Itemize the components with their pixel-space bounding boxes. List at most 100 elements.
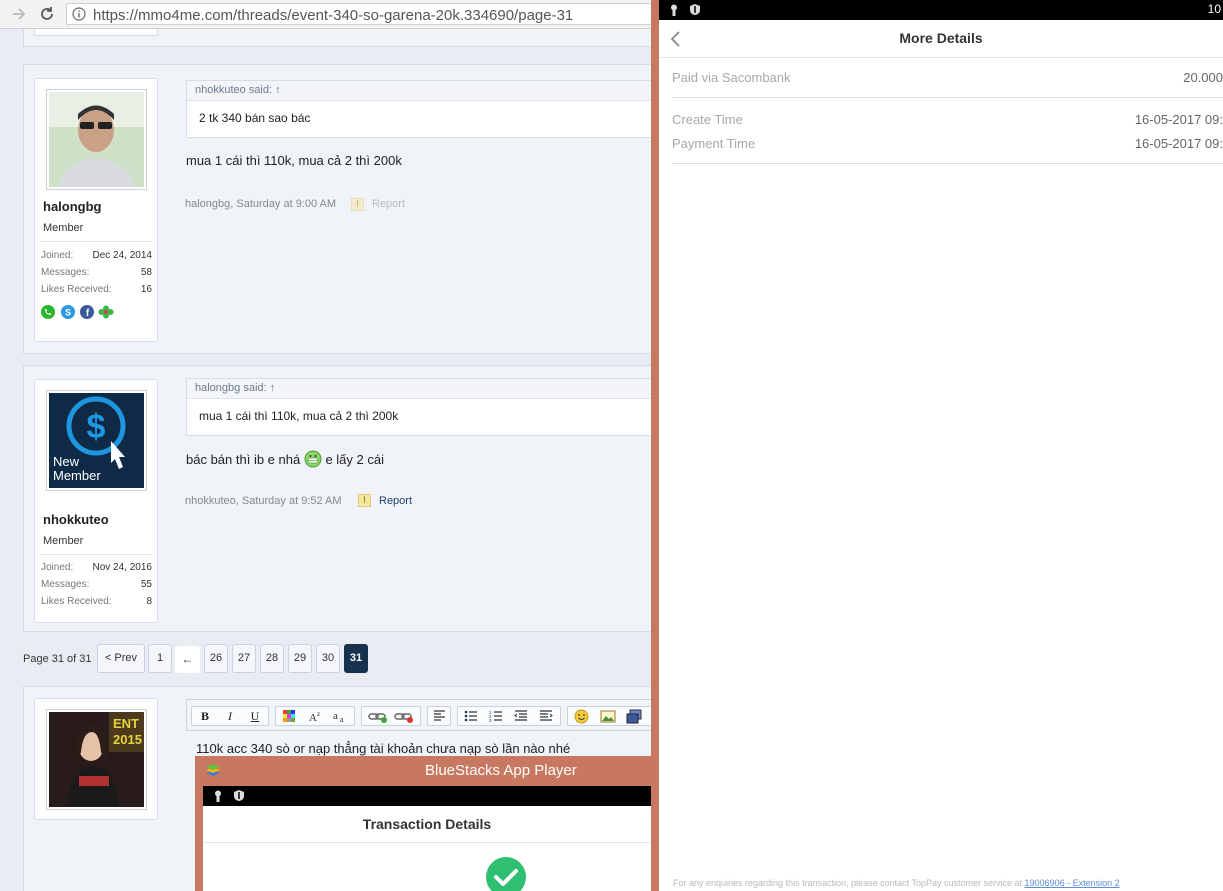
- status-clock: 10: [1207, 2, 1221, 16]
- svg-text:z: z: [317, 710, 320, 718]
- page-button-first[interactable]: 1: [148, 644, 172, 673]
- user-info-block: ENT 2015: [34, 698, 158, 820]
- android-status-bar: [203, 786, 651, 806]
- divider: [672, 97, 1223, 98]
- bold-button[interactable]: B: [194, 708, 216, 724]
- key-icon: [215, 790, 221, 802]
- svg-text:2015: 2015: [113, 732, 142, 747]
- page-jump-button[interactable]: ←: [175, 646, 200, 673]
- payment-app: 10 More Details Paid via Sacombank 20.00…: [659, 0, 1223, 891]
- support-phone-link[interactable]: 19006906 - Extension 2: [1025, 878, 1120, 888]
- align-left-icon[interactable]: [433, 710, 446, 722]
- payment-time-value: 16-05-2017 09:: [1134, 136, 1223, 151]
- address-bar[interactable]: https://mmo4me.com/threads/event-340-so-…: [66, 3, 651, 25]
- avatar[interactable]: ENT 2015: [46, 709, 147, 810]
- media-icon[interactable]: [626, 709, 642, 724]
- stat-label: Likes Received:: [41, 284, 112, 295]
- previous-post-stub: [23, 29, 651, 47]
- paid-amount: 20.000: [1183, 70, 1223, 85]
- stat-label: Joined:: [41, 562, 74, 573]
- username[interactable]: halongbg: [43, 199, 102, 214]
- font-size-icon[interactable]: Az: [308, 709, 324, 723]
- report-icon[interactable]: !: [358, 494, 371, 507]
- contact-icons: S f: [41, 305, 121, 321]
- username[interactable]: nhokkuteo: [43, 512, 109, 527]
- message-text: mua 1 cái thì 110k, mua cả 2 thì 200k: [186, 153, 402, 168]
- page-title: More Details: [899, 30, 983, 46]
- quote-text: 2 tk 340 bán sao bác: [199, 111, 311, 125]
- svg-text:S: S: [65, 308, 71, 318]
- avatar[interactable]: [46, 89, 147, 190]
- reload-icon[interactable]: [38, 5, 56, 23]
- font-group: Az aa: [275, 706, 355, 726]
- support-footer: For any enquiries regarding this transac…: [673, 878, 1120, 888]
- shield-icon: [690, 4, 700, 15]
- color-palette-icon[interactable]: [282, 709, 296, 723]
- avatar-line-1: New: [53, 454, 80, 469]
- smiley-icon[interactable]: [574, 709, 589, 724]
- page-button[interactable]: 28: [260, 644, 284, 673]
- editor-toolbar: B I U Az aa 123: [186, 699, 651, 731]
- browser-toolbar: https://mmo4me.com/threads/event-340-so-…: [0, 0, 651, 29]
- insert-image-icon[interactable]: [600, 710, 616, 723]
- font-family-icon[interactable]: aa: [332, 709, 348, 723]
- post-meta: halongbg, Saturday at 9:00 AM: [185, 198, 337, 210]
- unlink-icon[interactable]: [394, 710, 414, 723]
- phone-icon[interactable]: [41, 305, 55, 319]
- underline-button[interactable]: U: [244, 708, 266, 724]
- quote-author[interactable]: nhokkuteo said: ↑: [187, 81, 651, 101]
- post-halongbg: halongbg Member Joined: Dec 24, 2014 Mess…: [23, 64, 651, 354]
- create-time-value: 16-05-2017 09:: [1134, 112, 1223, 127]
- app-header: More Details: [659, 20, 1223, 58]
- message-part-2: e lấy 2 cái: [325, 452, 384, 467]
- indent-icon[interactable]: [539, 710, 553, 722]
- outdent-icon[interactable]: [514, 710, 528, 722]
- report-icon[interactable]: !: [351, 198, 364, 211]
- url-text: https://mmo4me.com/threads/event-340-so-…: [93, 7, 574, 24]
- bluestacks-window[interactable]: BlueStacks App Player Transaction Detail…: [195, 756, 651, 891]
- avatar[interactable]: $ New Member: [46, 390, 147, 491]
- post-nhokkuteo: $ New Member nhokkuteo Member Joined: Nov…: [23, 365, 651, 632]
- prev-page-button[interactable]: < Prev: [97, 644, 145, 673]
- page-button[interactable]: 29: [288, 644, 312, 673]
- list-group: 123: [457, 706, 561, 726]
- user-photo-icon: ENT 2015: [49, 712, 144, 807]
- user-title: Member: [43, 222, 84, 234]
- page-button[interactable]: 30: [316, 644, 340, 673]
- report-link[interactable]: Report: [372, 198, 405, 210]
- align-group: [427, 706, 451, 726]
- bullet-list-icon[interactable]: [464, 710, 478, 722]
- bluestacks-title: BlueStacks App Player: [425, 762, 577, 779]
- insert-link-icon[interactable]: [368, 710, 388, 723]
- message-part-1: bác bán thì ib e nhá: [186, 452, 301, 467]
- stats-divider: [41, 241, 152, 242]
- quote-author[interactable]: halongbg said: ↑: [187, 379, 651, 399]
- page-button[interactable]: 26: [204, 644, 228, 673]
- bluestacks-titlebar[interactable]: BlueStacks App Player: [195, 756, 651, 786]
- android-status-bar: 10: [659, 0, 1223, 20]
- bluestacks-screen: Transaction Details: [203, 786, 651, 891]
- report-link[interactable]: Report: [379, 495, 412, 507]
- key-icon: [671, 4, 677, 16]
- stat-joined: Joined: Nov 24, 2016: [41, 562, 152, 573]
- stat-value: 8: [146, 596, 152, 607]
- grin-emoji-icon: [304, 450, 322, 468]
- user-title: Member: [43, 535, 84, 547]
- stat-likes: Likes Received: 8: [41, 596, 152, 607]
- svg-text:A: A: [309, 712, 317, 723]
- message-text: bác bán thì ib e nhá e lấy 2 cái: [186, 450, 384, 468]
- facebook-icon[interactable]: f: [80, 305, 94, 319]
- quote-block: nhokkuteo said: ↑ 2 tk 340 bán sao bác: [186, 80, 651, 138]
- numbered-list-icon[interactable]: 123: [489, 710, 503, 722]
- forward-arrow-icon[interactable]: [10, 5, 28, 23]
- payment-time-label: Payment Time: [672, 136, 756, 151]
- page-button-current[interactable]: 31: [344, 644, 368, 673]
- reply-textarea[interactable]: 110k acc 340 sò or nạp thẳng tài khoản c…: [196, 741, 570, 756]
- icq-flower-icon[interactable]: [98, 305, 114, 319]
- stat-value: 55: [140, 579, 152, 590]
- italic-button[interactable]: I: [219, 708, 241, 724]
- skype-icon[interactable]: S: [61, 305, 75, 319]
- browser-window: https://mmo4me.com/threads/event-340-so-…: [0, 0, 651, 891]
- info-icon[interactable]: [72, 7, 86, 21]
- page-button[interactable]: 27: [232, 644, 256, 673]
